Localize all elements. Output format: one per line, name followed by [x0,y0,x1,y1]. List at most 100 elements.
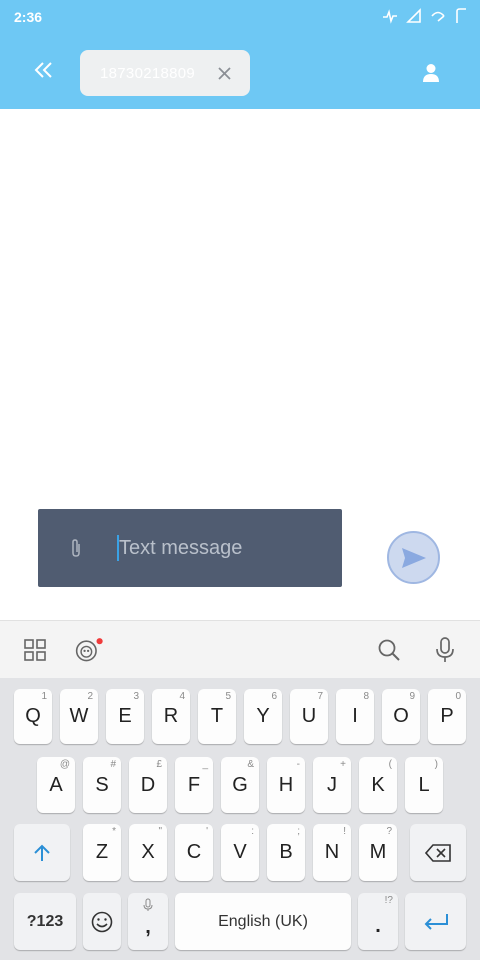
voice-input-button[interactable] [430,635,460,665]
period-key-label: . [375,915,381,937]
paperclip-icon [72,539,80,557]
key-a[interactable]: @ A [37,757,75,813]
key-hint: ! [343,826,346,837]
key-hint: : [251,826,254,837]
key-hint: + [340,759,346,770]
shift-key[interactable] [14,824,70,881]
key-e[interactable]: 3E [106,689,144,744]
key-z[interactable]: * Z [83,824,121,881]
status-time: 2:36 [14,9,43,25]
enter-key[interactable] [405,893,466,950]
key-label: C [186,841,202,863]
key-hint: 3 [133,691,139,702]
key-u[interactable]: 7U [290,689,328,744]
key-hint: _ [202,759,208,770]
key-label: B [279,841,293,863]
key-o[interactable]: 9O [382,689,420,744]
key-label: Q [25,705,41,727]
symbols-key[interactable]: ?123 [14,893,76,950]
key-x[interactable]: " X [129,824,167,881]
microphone-icon [436,637,454,662]
key-hint: & [247,759,254,770]
period-key[interactable]: !? . [358,893,398,950]
key-hint: @ [59,759,70,770]
status-bar: 2:36 [0,0,480,34]
key-h[interactable]: -H [267,757,305,813]
messaging-screen: 2:36 18730218809 Text message 1 Q 2 W 3 … [0,0,480,960]
key-label: K [371,773,385,796]
key-label: D [140,773,156,796]
key-j[interactable]: + J [313,757,351,813]
wifi-icon [431,11,445,22]
back-button[interactable] [26,52,62,88]
recipient-number: 18730218809 [100,64,196,82]
key-label: X [141,841,155,863]
key-f[interactable]: _ F [175,757,213,813]
key-g[interactable]: & G [221,757,259,813]
key-t[interactable]: 5T [198,689,236,744]
key-r[interactable]: 4R [152,689,190,744]
sticker-icon [75,638,103,662]
key-hint: # [110,759,116,770]
smiley-icon [91,911,113,932]
key-m[interactable]: ? M [359,824,397,881]
send-button[interactable] [387,531,440,584]
key-hint: ' [206,826,208,837]
search-icon [378,639,400,661]
key-hint: 9 [409,691,415,702]
search-button[interactable] [374,635,404,665]
key-y[interactable]: 6Y [244,689,282,744]
grid-icon [24,639,46,661]
key-l[interactable]: ) L [405,757,443,813]
apps-grid-button[interactable] [20,635,50,665]
message-input[interactable] [116,531,326,565]
key-hint: 8 [363,691,369,702]
key-label: H [278,773,294,796]
key-v[interactable]: :V [221,824,259,881]
key-b[interactable]: ; B [267,824,305,881]
key-hint: ? [386,826,392,837]
space-key[interactable]: English (UK) [175,893,351,950]
key-hint: ( [388,759,392,770]
key-label: V [233,841,247,863]
emoji-key[interactable] [83,893,121,950]
battery-icon [456,8,466,23]
key-label: Z [95,841,109,863]
recipient-chip[interactable]: 18730218809 [80,50,250,96]
signal-icon [406,8,421,23]
key-hint: * [112,826,116,837]
key-d[interactable]: £ D [129,757,167,813]
backspace-key[interactable] [410,824,466,881]
key-s[interactable]: # S [83,757,121,813]
key-hint: ; [297,826,300,837]
key-label: U [301,705,317,727]
key-k[interactable]: (K [359,757,397,813]
shift-arrow-icon [34,844,50,861]
attach-button[interactable] [64,535,88,561]
key-hint: ) [434,759,438,770]
key-q[interactable]: 1Q [14,689,52,744]
key-hint: £ [156,759,162,770]
key-i[interactable]: 8I [336,689,374,744]
comma-key[interactable]: , [128,893,168,950]
close-icon [217,66,231,80]
key-c[interactable]: ' C [175,824,213,881]
key-hint: 7 [317,691,323,702]
key-label: Y [256,705,270,727]
key-label: S [95,773,109,796]
key-hint: " [158,826,162,837]
clear-recipient-button[interactable] [212,61,236,85]
microphone-hint-icon [143,898,153,911]
send-icon [401,547,426,568]
backspace-icon [425,843,451,862]
key-w[interactable]: 2W [60,689,98,744]
key-p[interactable]: 0P [428,689,466,744]
symbols-key-label: ?123 [26,912,64,930]
add-contact-button[interactable] [416,58,446,88]
key-label: J [327,773,337,796]
key-hint: 4 [179,691,185,702]
sticker-button[interactable] [74,635,104,665]
enter-arrow-icon [424,913,448,930]
key-n[interactable]: ! N [313,824,351,881]
comma-key-label: , [145,916,151,938]
